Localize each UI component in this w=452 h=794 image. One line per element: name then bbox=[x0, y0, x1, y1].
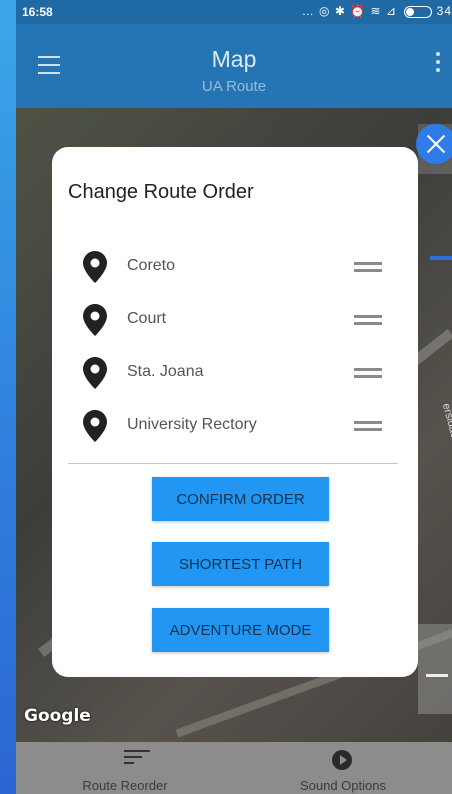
route-stop-item[interactable]: Coreto bbox=[52, 237, 418, 290]
drag-handle-icon[interactable] bbox=[354, 315, 382, 329]
route-stop-name: Coreto bbox=[127, 257, 176, 274]
page-subtitle: UA Route bbox=[201, 78, 267, 95]
nav-sound-options[interactable]: Sound Options bbox=[234, 742, 452, 794]
nav-label: Sound Options bbox=[299, 778, 386, 793]
change-route-dialog: Change Route Order Coreto Court Sta. Joa… bbox=[52, 147, 418, 677]
drag-handle-icon[interactable] bbox=[354, 368, 382, 382]
route-stop-item[interactable]: Sta. Joana bbox=[52, 343, 418, 396]
route-stop-item[interactable]: University Rectory bbox=[52, 396, 418, 449]
shortest-path-button[interactable]: SHORTEST PATH bbox=[152, 542, 329, 586]
page-title: Map bbox=[211, 46, 257, 72]
zoom-control[interactable] bbox=[418, 624, 452, 714]
nav-route-reorder[interactable]: Route Reorder bbox=[16, 742, 234, 794]
drag-handle-icon[interactable] bbox=[354, 262, 382, 276]
map-street-label: ersidade bbox=[439, 402, 452, 446]
status-time: 16:58 bbox=[22, 5, 53, 19]
drag-handle-icon[interactable] bbox=[354, 421, 382, 435]
confirm-order-button[interactable]: CONFIRM ORDER bbox=[152, 477, 329, 521]
play-circle-icon bbox=[332, 750, 352, 770]
app-screen: 16:58 … ◎ ✱ ⏰ ≋ ⊿ 34 Map UA Route ersida… bbox=[16, 0, 452, 794]
location-pin-icon bbox=[83, 410, 107, 442]
location-pin-icon bbox=[83, 304, 107, 336]
adventure-mode-button[interactable]: ADVENTURE MODE bbox=[152, 608, 329, 652]
location-pin-icon bbox=[83, 357, 107, 389]
sort-icon bbox=[124, 750, 150, 768]
location-pin-icon bbox=[83, 251, 107, 283]
status-bar: 16:58 … ◎ ✱ ⏰ ≋ ⊿ 34 bbox=[16, 0, 452, 24]
more-options-icon[interactable] bbox=[436, 52, 442, 76]
battery-level: 34 bbox=[436, 4, 452, 18]
route-stop-item[interactable]: Court bbox=[52, 290, 418, 343]
app-toolbar: Map UA Route bbox=[16, 24, 452, 108]
status-icons: … ◎ ✱ ⏰ ≋ ⊿ 34 bbox=[302, 4, 452, 18]
dialog-title: Change Route Order bbox=[68, 181, 254, 203]
nav-label: Route Reorder bbox=[82, 778, 168, 793]
route-stop-name: Court bbox=[127, 310, 167, 327]
dialog-divider bbox=[68, 463, 398, 464]
close-icon[interactable] bbox=[416, 124, 452, 164]
status-icons-text: … ◎ ✱ ⏰ ≋ ⊿ bbox=[301, 4, 397, 18]
route-stop-name: University Rectory bbox=[127, 416, 257, 433]
left-strip bbox=[0, 0, 16, 794]
bottom-navigation: Route Reorder Sound Options bbox=[16, 742, 452, 794]
zoom-out-icon[interactable] bbox=[426, 674, 448, 677]
battery-icon bbox=[404, 5, 433, 18]
route-stop-list: Coreto Court Sta. Joana University Recto… bbox=[52, 237, 418, 449]
google-attribution: Google bbox=[24, 706, 91, 726]
route-line bbox=[430, 256, 452, 260]
route-stop-name: Sta. Joana bbox=[127, 363, 204, 380]
